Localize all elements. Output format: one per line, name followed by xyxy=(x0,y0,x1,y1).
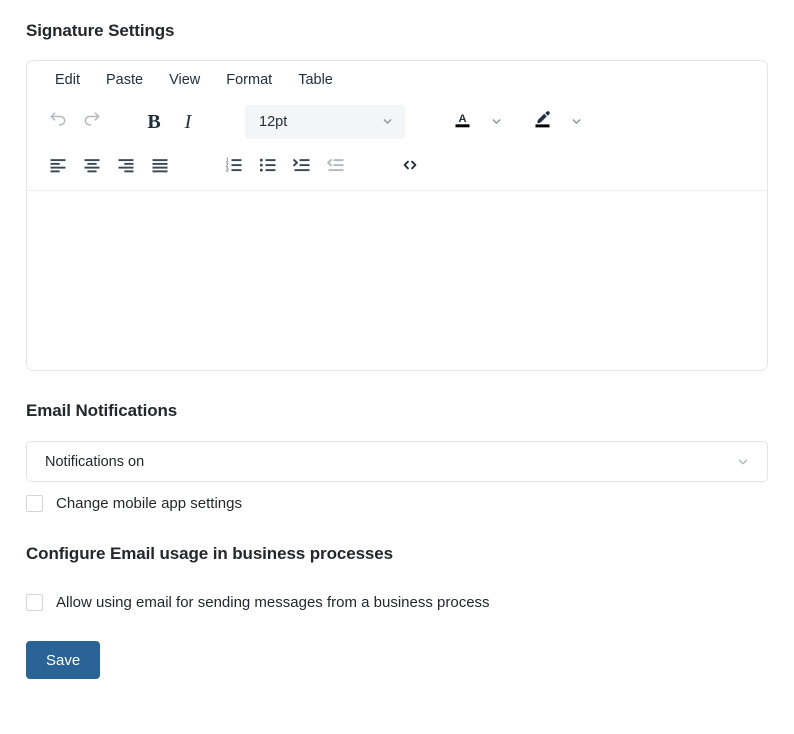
text-color-dropdown-button[interactable] xyxy=(479,107,513,137)
background-color-icon xyxy=(532,109,553,135)
chevron-down-icon xyxy=(736,455,749,468)
mobile-app-settings-checkbox[interactable] xyxy=(26,495,43,512)
settings-page: Signature Settings Edit Paste View Forma… xyxy=(0,0,794,679)
svg-text:3: 3 xyxy=(226,167,229,173)
chevron-down-icon xyxy=(570,115,583,128)
font-size-value: 12pt xyxy=(259,113,288,130)
italic-icon: I xyxy=(184,110,192,133)
background-color-dropdown-button[interactable] xyxy=(559,107,593,137)
signature-content-area[interactable] xyxy=(27,191,767,370)
editor-toolbar-row-2: 1 2 3 xyxy=(27,144,767,191)
menu-item-view[interactable]: View xyxy=(156,69,213,92)
indent-icon xyxy=(292,155,312,180)
numbered-list-button[interactable]: 1 2 3 xyxy=(217,152,251,182)
align-center-button[interactable] xyxy=(75,152,109,182)
editor-toolbar-row-1: B I 12pt A xyxy=(27,99,767,144)
bullet-list-icon xyxy=(258,155,278,180)
align-left-button[interactable] xyxy=(41,152,75,182)
section-title-email-notifications: Email Notifications xyxy=(26,401,178,420)
bold-icon: B xyxy=(147,110,161,133)
mobile-app-settings-row[interactable]: Change mobile app settings xyxy=(26,495,768,512)
background-color-button[interactable] xyxy=(525,107,559,137)
chevron-down-icon xyxy=(381,115,394,128)
menu-item-paste[interactable]: Paste xyxy=(93,69,156,92)
notifications-select-value: Notifications on xyxy=(45,453,145,470)
undo-icon xyxy=(48,109,68,134)
italic-button[interactable]: I xyxy=(171,107,205,137)
page-title-signature-settings: Signature Settings xyxy=(26,21,175,40)
allow-email-business-process-row[interactable]: Allow using email for sending messages f… xyxy=(26,594,768,611)
save-button[interactable]: Save xyxy=(26,641,101,679)
outdent-button[interactable] xyxy=(319,152,353,182)
numbered-list-icon: 1 2 3 xyxy=(224,155,244,180)
mobile-app-settings-label: Change mobile app settings xyxy=(56,495,242,512)
bold-button[interactable]: B xyxy=(137,107,171,137)
align-right-icon xyxy=(116,155,136,180)
align-center-icon xyxy=(82,155,102,180)
svg-text:A: A xyxy=(458,113,466,125)
align-justify-button[interactable] xyxy=(143,152,177,182)
align-left-icon xyxy=(48,155,68,180)
indent-button[interactable] xyxy=(285,152,319,182)
source-code-button[interactable] xyxy=(393,152,427,182)
align-justify-icon xyxy=(150,155,170,180)
text-color-icon: A xyxy=(452,109,473,135)
section-title-business-processes: Configure Email usage in business proces… xyxy=(26,544,393,563)
redo-button[interactable] xyxy=(75,107,109,137)
menu-item-edit[interactable]: Edit xyxy=(43,69,93,92)
undo-button[interactable] xyxy=(41,107,75,137)
redo-icon xyxy=(82,109,102,134)
text-color-button[interactable]: A xyxy=(445,107,479,137)
notifications-select[interactable]: Notifications on xyxy=(26,441,768,482)
signature-rich-text-editor: Edit Paste View Format Table B I 12pt A … xyxy=(26,60,768,371)
menu-item-format[interactable]: Format xyxy=(213,69,285,92)
outdent-icon xyxy=(326,155,346,180)
source-code-icon xyxy=(400,155,420,180)
chevron-down-icon xyxy=(490,115,503,128)
allow-email-business-process-checkbox[interactable] xyxy=(26,594,43,611)
bullet-list-button[interactable] xyxy=(251,152,285,182)
align-right-button[interactable] xyxy=(109,152,143,182)
allow-email-business-process-label: Allow using email for sending messages f… xyxy=(56,594,490,611)
menu-item-table[interactable]: Table xyxy=(285,69,346,92)
editor-menubar: Edit Paste View Format Table xyxy=(27,61,767,99)
font-size-select[interactable]: 12pt xyxy=(245,104,405,139)
